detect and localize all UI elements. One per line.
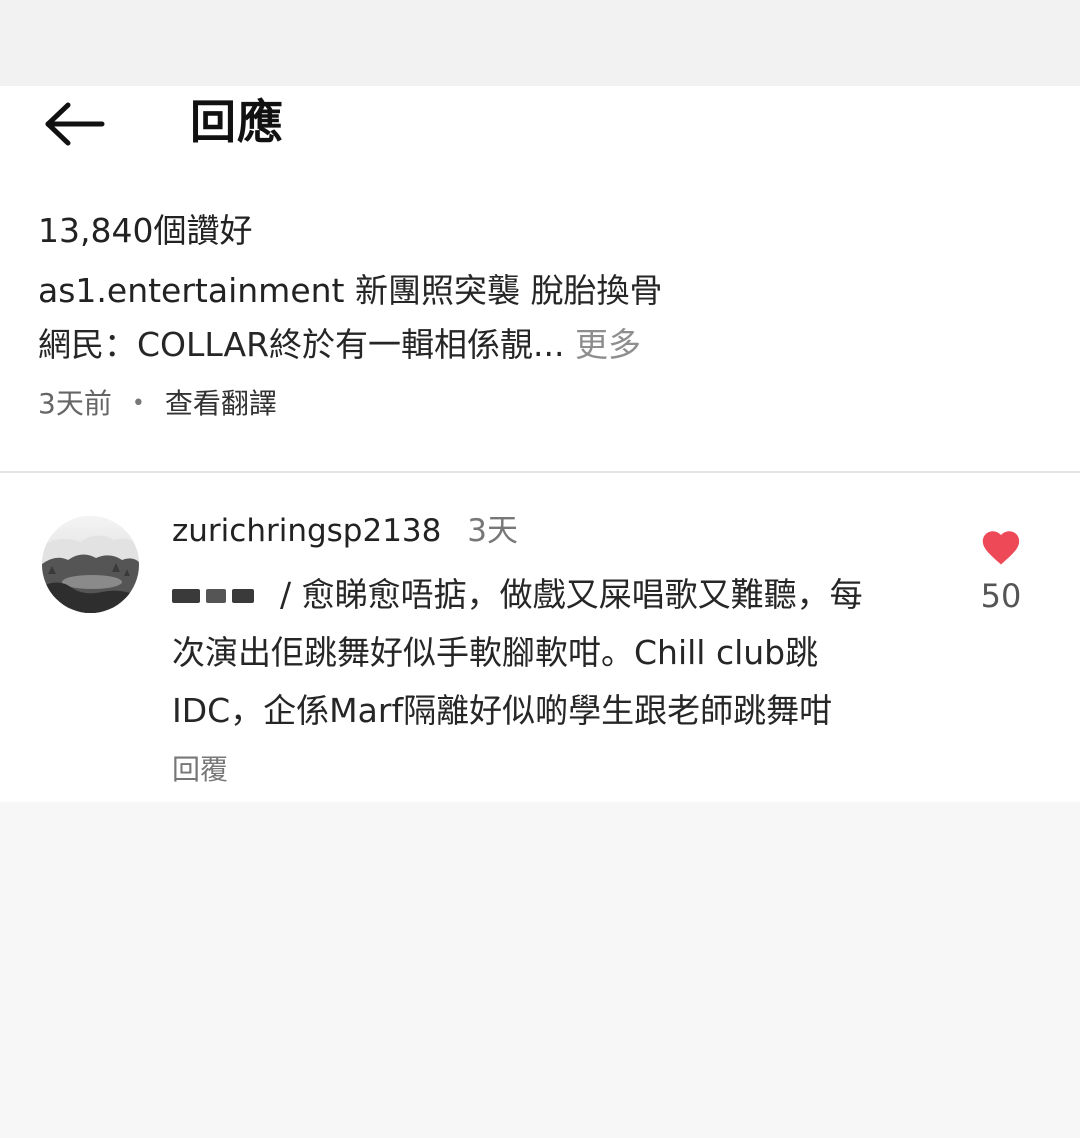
likes-count[interactable]: 13,840個讚好: [38, 206, 1038, 256]
redacted-mention: [172, 577, 274, 617]
more-link[interactable]: 更多: [575, 325, 641, 364]
comment-like: 50: [968, 526, 1034, 618]
divider: [0, 471, 1080, 473]
caption-line2: 網民：COLLAR終於有一輯相係靚...: [38, 325, 565, 364]
meta-separator: •: [131, 391, 145, 416]
page-title: 回應: [190, 95, 284, 149]
post-summary: 13,840個讚好 as1.entertainment 新團照突襲 脫胎換骨 網…: [38, 206, 1038, 428]
post-meta: 3天前 • 查看翻譯: [38, 380, 1038, 428]
comment-username[interactable]: zurichringsp2138: [172, 513, 441, 549]
landscape-avatar-icon: [42, 516, 139, 613]
caption-line1: 新團照突襲 脫胎換骨: [354, 271, 663, 310]
back-button[interactable]: [36, 94, 112, 154]
arrow-left-icon: [45, 102, 105, 146]
comment-time: 3天: [467, 513, 518, 549]
heart-filled-icon[interactable]: [979, 526, 1023, 566]
comments-sheet: 回應 13,840個讚好 as1.entertainment 新團照突襲 脫胎換…: [0, 86, 1080, 802]
post-username[interactable]: as1.entertainment: [38, 271, 344, 310]
reply-button[interactable]: 回覆: [172, 746, 952, 794]
comment-body: zurichringsp2138 3天 / 愈睇愈唔掂，做戲又屎唱歌又難聽，每 …: [172, 506, 952, 794]
comment-header: zurichringsp2138 3天: [172, 506, 952, 556]
header: 回應: [0, 86, 1080, 162]
status-bar-area: [0, 0, 1080, 86]
comment-text: / 愈睇愈唔掂，做戲又屎唱歌又難聽，每 次演出佢跳舞好似手軟腳軟咁。Chill …: [172, 566, 952, 740]
like-count: 50: [980, 577, 1022, 615]
avatar[interactable]: [42, 516, 139, 613]
post-caption: as1.entertainment 新團照突襲 脫胎換骨 網民：COLLAR終於…: [38, 264, 758, 372]
post-time: 3天前: [38, 387, 112, 420]
see-translation-link[interactable]: 查看翻譯: [165, 380, 277, 428]
comment-line3: IDC，企係Marf隔離好似啲學生跟老師跳舞咁: [172, 691, 833, 730]
comment-line2: 次演出佢跳舞好似手軟腳軟咁。Chill club跳: [172, 633, 819, 672]
comment-line1: / 愈睇愈唔掂，做戲又屎唱歌又難聽，每: [280, 575, 863, 614]
